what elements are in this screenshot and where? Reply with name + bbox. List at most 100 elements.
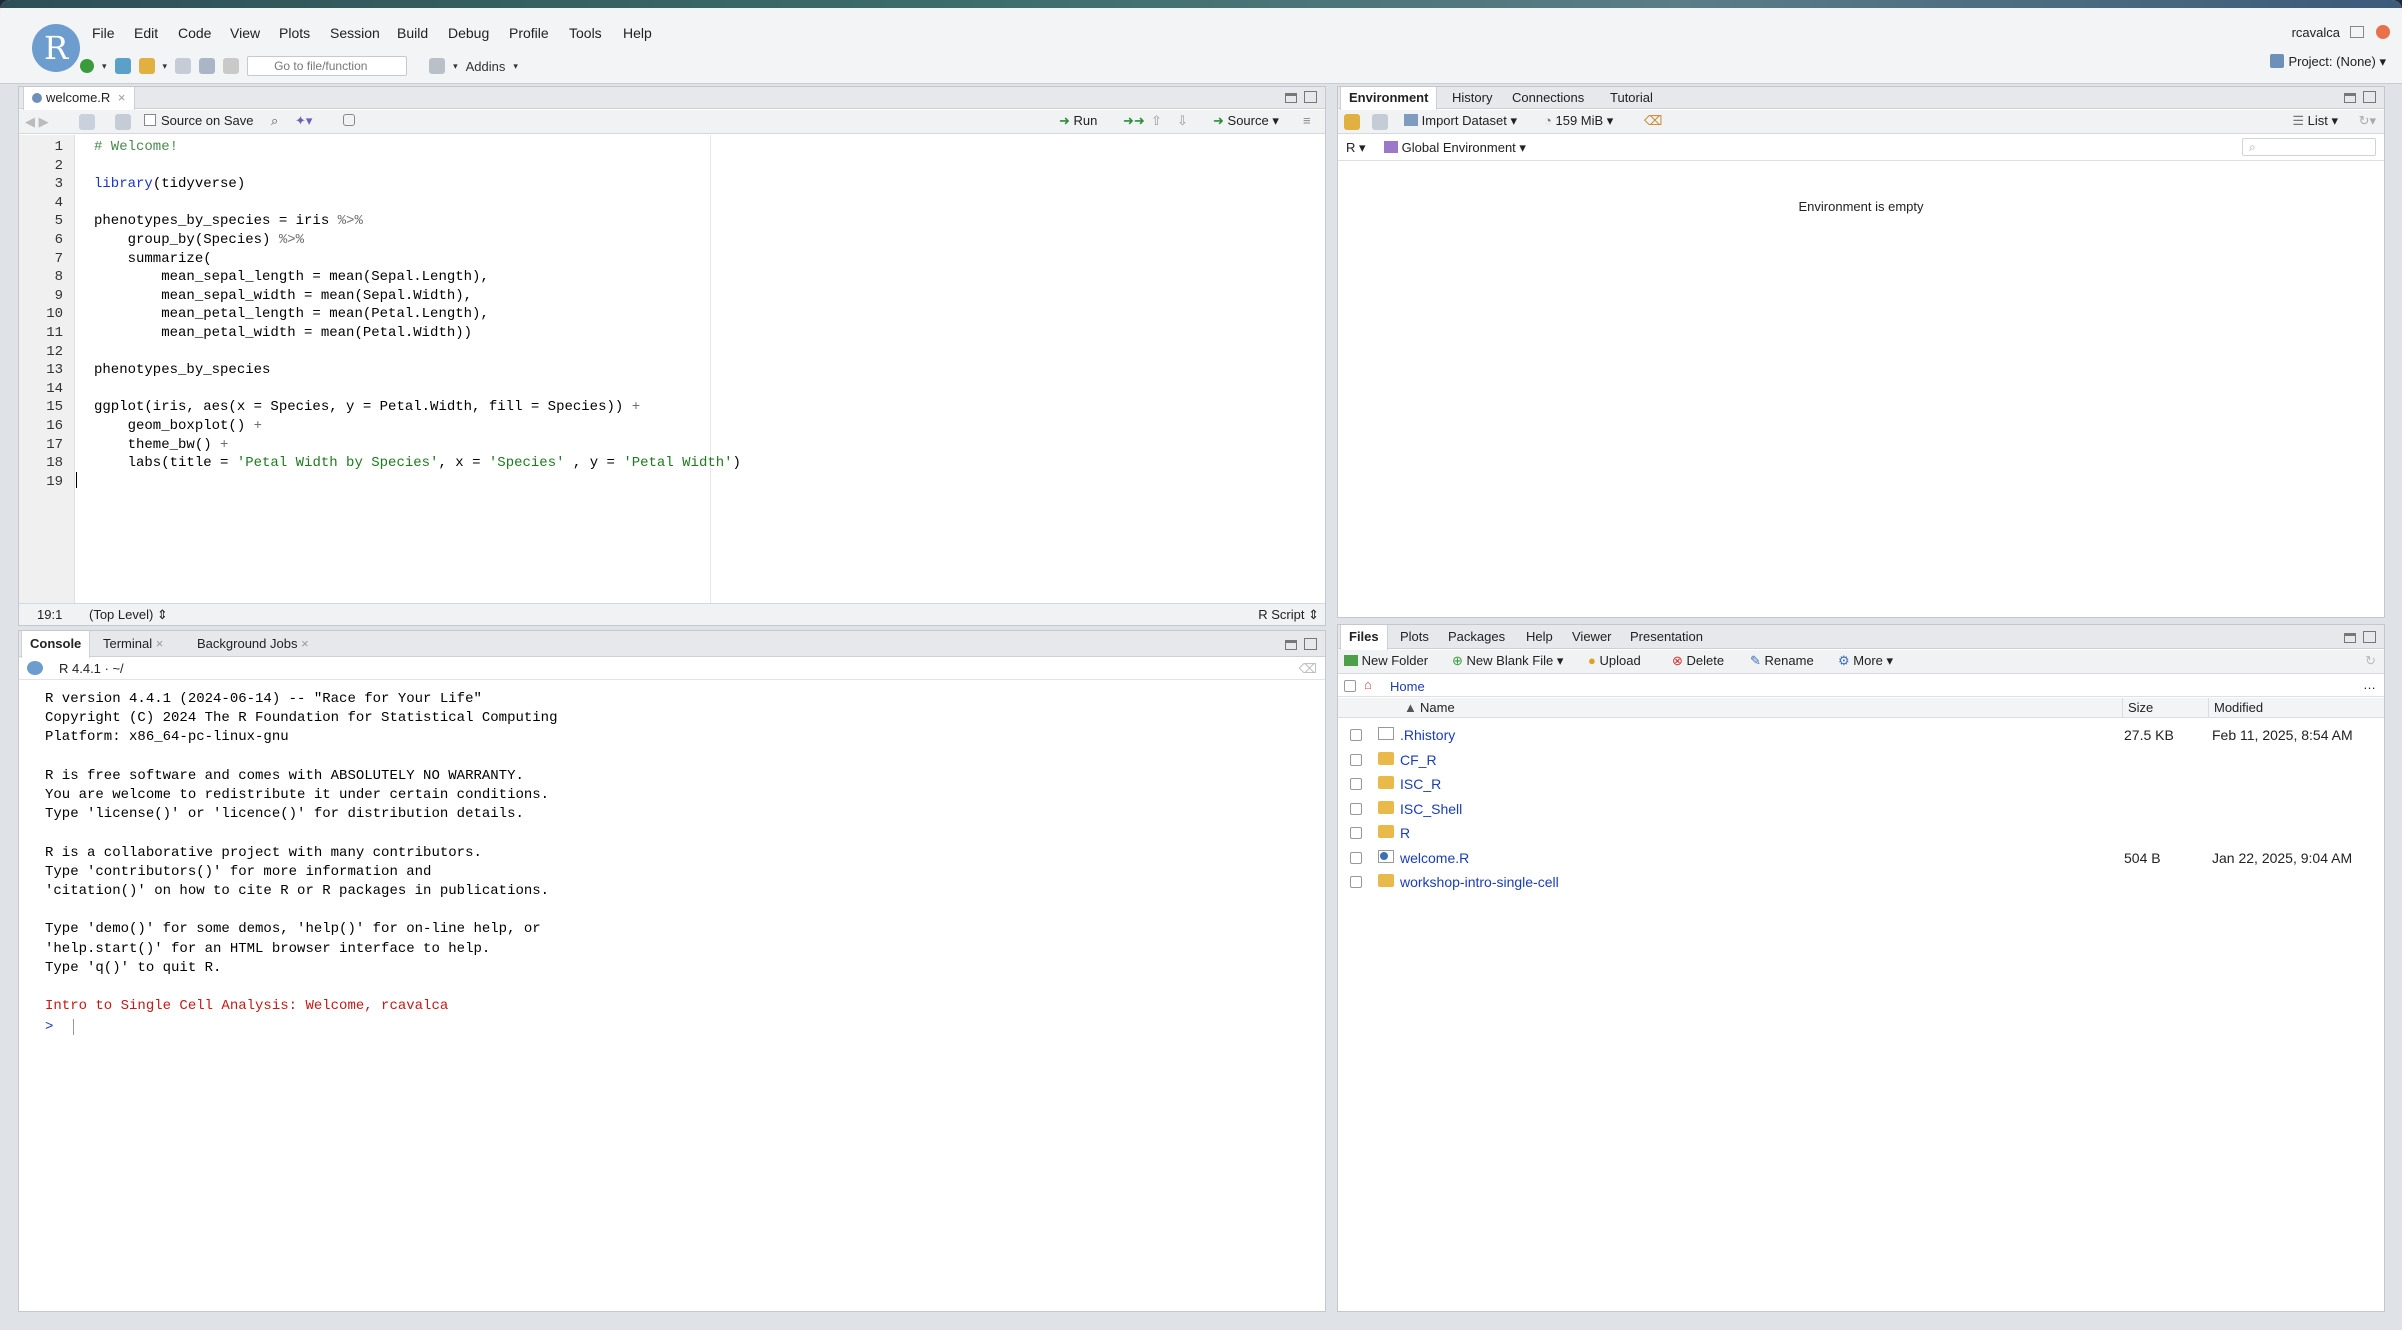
import-dataset-button[interactable]: Import Dataset ▾ xyxy=(1404,113,1517,129)
list-view-selector[interactable]: ☰ List ▾ xyxy=(2292,113,2338,129)
new-file-icon[interactable] xyxy=(80,59,94,73)
file-name-link[interactable]: ISC_Shell xyxy=(1400,801,1462,817)
new-blank-file-button[interactable]: ⊕ New Blank File ▾ xyxy=(1452,653,1563,669)
tab-viewer[interactable]: Viewer xyxy=(1564,625,1620,649)
file-name-link[interactable]: .Rhistory xyxy=(1400,727,1455,743)
tab-terminal[interactable]: Terminal × xyxy=(95,631,171,657)
tab-console[interactable]: Console xyxy=(21,631,91,658)
tab-tutorial[interactable]: Tutorial xyxy=(1602,87,1661,109)
menu-edit[interactable]: Edit xyxy=(134,25,158,41)
grid-icon[interactable] xyxy=(429,58,446,74)
file-name-link[interactable]: ISC_R xyxy=(1400,776,1441,792)
close-icon[interactable]: × xyxy=(156,636,164,651)
upload-button[interactable]: ● Upload xyxy=(1588,653,1641,668)
col-modified[interactable]: Modified xyxy=(2214,700,2263,715)
menu-plots[interactable]: Plots xyxy=(279,25,310,41)
minimize-icon[interactable] xyxy=(2344,93,2356,103)
up-icon[interactable]: ⇧ xyxy=(1151,113,1162,129)
console-output[interactable]: R version 4.4.1 (2024-06-14) -- "Race fo… xyxy=(19,691,1325,1311)
file-row[interactable]: ISC_Shell xyxy=(1338,797,2384,821)
menu-build[interactable]: Build xyxy=(397,25,428,41)
file-name-link[interactable]: R xyxy=(1400,825,1410,841)
file-row[interactable]: CF_R xyxy=(1338,748,2384,772)
tab-connections[interactable]: Connections xyxy=(1504,87,1592,109)
row-checkbox[interactable] xyxy=(1350,876,1362,888)
tab-welcome-r[interactable]: welcome.R × xyxy=(23,87,135,110)
file-name-link[interactable]: CF_R xyxy=(1400,752,1437,768)
addins-menu[interactable]: Addins xyxy=(466,59,506,74)
minimize-icon[interactable] xyxy=(2344,633,2356,643)
search-icon[interactable]: ⌕ xyxy=(271,113,278,129)
menu-view[interactable]: View xyxy=(230,25,260,41)
tab-history[interactable]: History xyxy=(1444,87,1500,109)
menu-lines-icon[interactable]: ≡ xyxy=(1303,113,1311,128)
tab-environment[interactable]: Environment xyxy=(1340,87,1438,110)
save-workspace-icon[interactable] xyxy=(1372,114,1388,130)
broom-icon[interactable]: ⌫ xyxy=(1299,661,1317,677)
down-icon[interactable]: ⇩ xyxy=(1177,113,1188,129)
file-name-link[interactable]: welcome.R xyxy=(1400,850,1469,866)
broom-icon[interactable]: ⌫ xyxy=(1644,113,1662,129)
row-checkbox[interactable] xyxy=(1350,753,1362,766)
signout-icon[interactable] xyxy=(2350,26,2364,38)
language-selector[interactable]: R ▾ xyxy=(1346,140,1366,156)
file-row[interactable]: welcome.R 504 B Jan 22, 2025, 9:04 AM xyxy=(1338,846,2384,870)
row-checkbox[interactable] xyxy=(1350,729,1362,741)
close-icon[interactable]: × xyxy=(118,90,126,105)
menu-session[interactable]: Session xyxy=(330,25,380,41)
maximize-icon[interactable] xyxy=(2363,631,2376,643)
power-icon[interactable] xyxy=(2376,25,2390,39)
source-button[interactable]: ➜ Source ▾ xyxy=(1213,113,1279,129)
refresh-icon[interactable]: ↻ xyxy=(2365,653,2376,669)
console-prompt[interactable]: > xyxy=(45,1019,53,1035)
show-in-window-icon[interactable] xyxy=(79,114,95,130)
filetype-selector[interactable]: R Script ⇕ xyxy=(1258,607,1319,623)
source-on-save-checkbox[interactable] xyxy=(144,114,156,126)
back-icon[interactable]: ◀ ▶ xyxy=(25,114,49,130)
delete-button[interactable]: ⊗ Delete xyxy=(1672,653,1724,669)
row-checkbox[interactable] xyxy=(1350,778,1362,790)
rename-button[interactable]: ✎ Rename xyxy=(1750,653,1814,669)
menu-tools[interactable]: Tools xyxy=(569,25,602,41)
row-checkbox[interactable] xyxy=(1350,851,1362,864)
save-icon[interactable] xyxy=(175,58,192,74)
breadcrumb-home[interactable]: Home xyxy=(1390,679,1425,694)
tab-presentation[interactable]: Presentation xyxy=(1622,625,1711,649)
col-name[interactable]: Name xyxy=(1420,700,1455,715)
menu-code[interactable]: Code xyxy=(178,25,211,41)
tab-help[interactable]: Help xyxy=(1518,625,1561,649)
rerun-icon[interactable]: ➜➜ xyxy=(1123,113,1145,129)
run-button[interactable]: ➜ Run xyxy=(1059,113,1097,129)
menu-help[interactable]: Help xyxy=(623,25,652,41)
load-workspace-icon[interactable] xyxy=(1344,114,1360,130)
goto-file-input[interactable]: Go to file/function xyxy=(247,56,408,76)
scope-selector[interactable]: Global Environment ▾ xyxy=(1384,140,1526,156)
save-icon[interactable] xyxy=(115,114,131,130)
maximize-icon[interactable] xyxy=(1304,638,1317,650)
project-menu[interactable]: Project: (None) ▾ xyxy=(2270,54,2386,70)
tab-packages[interactable]: Packages xyxy=(1440,625,1513,649)
maximize-icon[interactable] xyxy=(2363,91,2376,103)
memory-usage[interactable]: ◔ 159 MiB ▾ xyxy=(1544,113,1613,129)
print-icon[interactable] xyxy=(223,58,240,74)
file-name-link[interactable]: workshop-intro-single-cell xyxy=(1400,874,1559,890)
minimize-icon[interactable] xyxy=(1285,640,1297,650)
select-all-checkbox[interactable] xyxy=(1344,680,1356,692)
home-icon[interactable]: ⌂ xyxy=(1364,677,1372,692)
more-path-icon[interactable]: … xyxy=(2363,677,2376,692)
maximize-icon[interactable] xyxy=(1304,91,1317,103)
menu-debug[interactable]: Debug xyxy=(448,25,489,41)
tab-plots[interactable]: Plots xyxy=(1392,625,1437,649)
wand-icon[interactable]: ✦▾ xyxy=(295,113,312,129)
file-row[interactable]: workshop-intro-single-cell xyxy=(1338,870,2384,894)
minimize-icon[interactable] xyxy=(1285,93,1297,103)
menu-file[interactable]: File xyxy=(92,25,115,41)
new-folder-button[interactable]: New Folder xyxy=(1344,653,1428,668)
scope-selector[interactable]: (Top Level) ⇕ xyxy=(89,607,168,623)
more-button[interactable]: ⚙ More ▾ xyxy=(1838,653,1893,669)
row-checkbox[interactable] xyxy=(1350,802,1362,815)
tab-files[interactable]: Files xyxy=(1340,625,1388,650)
file-row[interactable]: .Rhistory 27.5 KB Feb 11, 2025, 8:54 AM xyxy=(1338,723,2384,747)
tab-background-jobs[interactable]: Background Jobs × xyxy=(189,631,317,657)
code-editor[interactable]: 1 # Welcome! 2 3 library(tidyverse) 4 5 phenoty… xyxy=(19,135,1325,603)
